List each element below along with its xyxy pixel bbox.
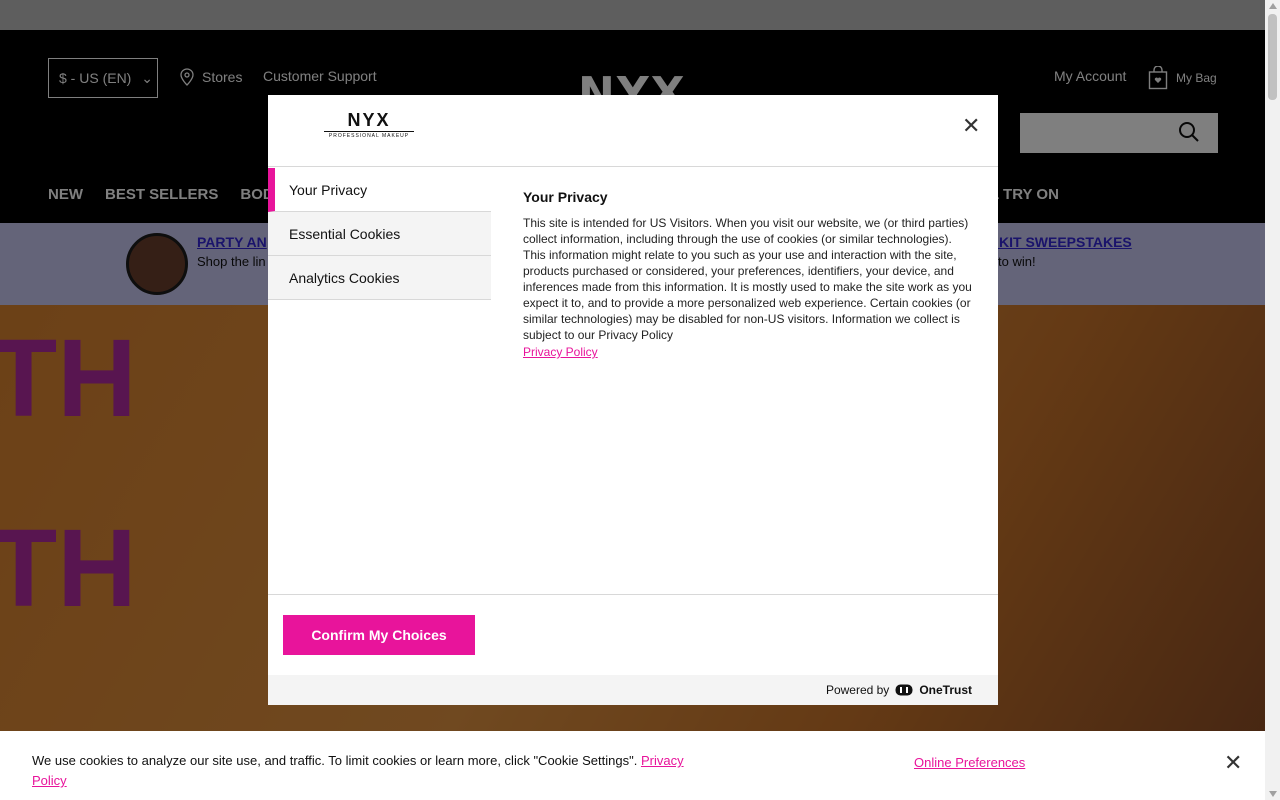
preference-tabs: Your Privacy Essential Cookies Analytics… — [268, 168, 491, 300]
modal-logo: NYX PROFESSIONAL MAKEUP — [324, 111, 414, 139]
powered-by-footer: Powered by OneTrust — [268, 675, 998, 705]
modal-header: NYX PROFESSIONAL MAKEUP ✕ — [268, 95, 998, 167]
tab-analytics-cookies[interactable]: Analytics Cookies — [268, 256, 491, 300]
scrollbar[interactable] — [1265, 0, 1280, 800]
scroll-down-icon[interactable] — [1269, 791, 1277, 797]
privacy-heading: Your Privacy — [523, 189, 608, 205]
banner-close-icon[interactable]: ✕ — [1224, 750, 1242, 776]
onetrust-logo-icon — [895, 684, 913, 696]
cookie-banner-text: We use cookies to analyze our site use, … — [32, 751, 692, 791]
powered-by-onetrust[interactable]: Powered by OneTrust — [826, 683, 972, 697]
page: $ - US (EN) ⌄ Stores Customer Support NY… — [0, 0, 1280, 800]
online-preferences-link[interactable]: Online Preferences — [914, 755, 1025, 770]
scroll-up-icon[interactable] — [1269, 3, 1277, 9]
cookie-banner: We use cookies to analyze our site use, … — [0, 731, 1265, 800]
privacy-policy-link[interactable]: Privacy Policy — [523, 345, 598, 359]
scrollbar-thumb[interactable] — [1268, 14, 1277, 100]
privacy-preference-modal: NYX PROFESSIONAL MAKEUP ✕ Your Privacy E… — [268, 95, 998, 705]
modal-logo-subtext: PROFESSIONAL MAKEUP — [324, 131, 414, 139]
modal-divider — [268, 594, 998, 595]
privacy-content: Your Privacy This site is intended for U… — [523, 189, 973, 361]
confirm-choices-button[interactable]: Confirm My Choices — [283, 615, 475, 655]
tab-your-privacy[interactable]: Your Privacy — [268, 168, 491, 212]
tab-essential-cookies[interactable]: Essential Cookies — [268, 212, 491, 256]
onetrust-label: OneTrust — [919, 683, 972, 697]
powered-by-label: Powered by — [825, 683, 890, 697]
modal-logo-text: NYX — [347, 110, 391, 130]
privacy-body: This site is intended for US Visitors. W… — [523, 216, 972, 342]
cookie-banner-message: We use cookies to analyze our site use, … — [32, 753, 638, 768]
close-icon[interactable]: ✕ — [962, 113, 980, 139]
